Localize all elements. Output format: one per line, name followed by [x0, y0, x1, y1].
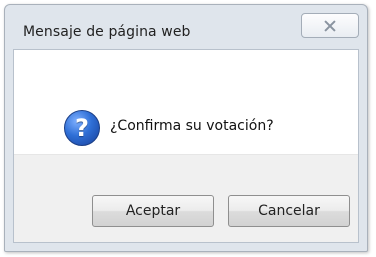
dialog-title: Mensaje de página web	[23, 24, 191, 40]
message-area: ? ¿Confirma su votación?	[14, 50, 358, 154]
question-icon: ?	[64, 110, 100, 146]
close-button[interactable]	[301, 13, 359, 38]
title-bar[interactable]: Mensaje de página web	[5, 5, 367, 45]
cancel-button[interactable]: Cancelar	[228, 195, 350, 227]
message-dialog: Mensaje de página web ? ¿Confirma su vot…	[4, 4, 368, 252]
accept-button[interactable]: Aceptar	[92, 195, 214, 227]
close-icon	[322, 18, 338, 34]
message-text: ¿Confirma su votación?	[110, 118, 274, 134]
dialog-content: ? ¿Confirma su votación? Aceptar Cancela…	[13, 49, 359, 243]
button-area: Aceptar Cancelar	[14, 154, 358, 242]
